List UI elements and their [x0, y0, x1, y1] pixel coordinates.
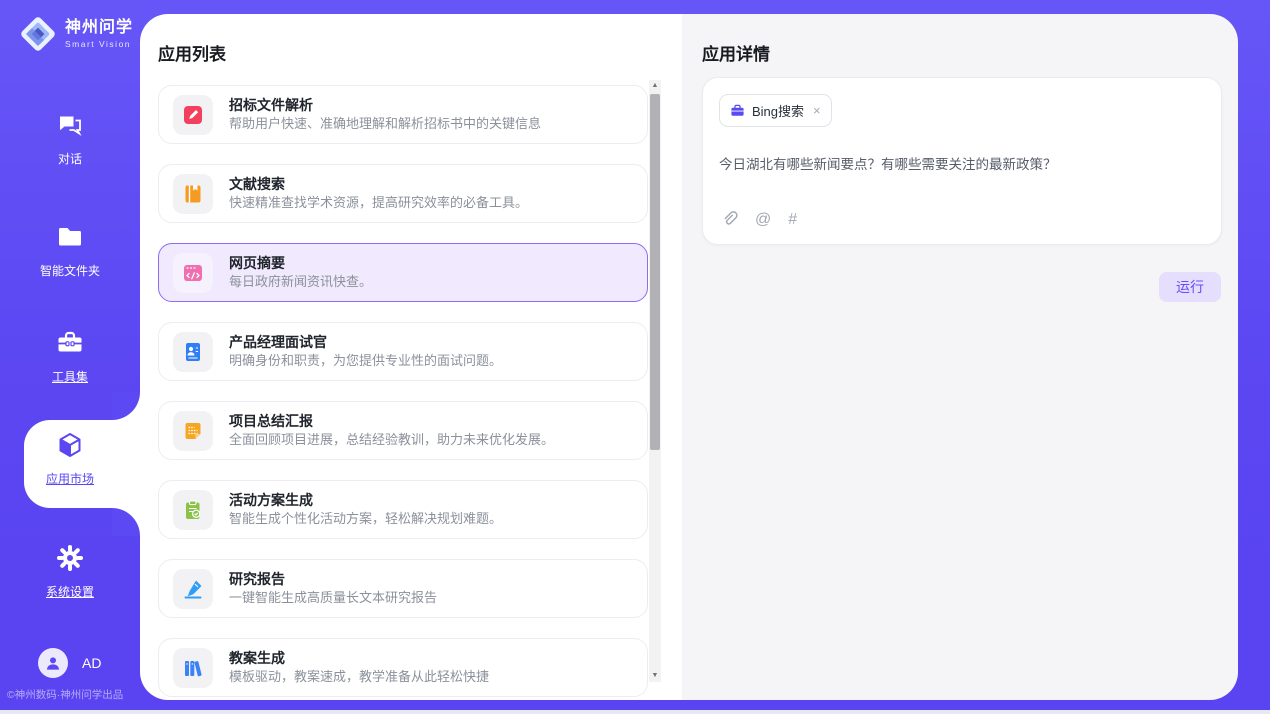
gear-icon [55, 560, 85, 577]
copyright-footer: ©神州数码·神州问学出品 [7, 687, 123, 702]
app-icon-box [173, 648, 213, 688]
app-card-event-plan[interactable]: 活动方案生成 智能生成个性化活动方案，轻松解决规划难题。 [158, 480, 648, 539]
avatar [38, 648, 68, 678]
brand-diamond-icon [18, 14, 58, 54]
app-list-pane: 应用列表 招标文件解析 帮助用户快速、准确地理解和解析招标书中的关键信息 [140, 14, 682, 700]
chip-close-icon[interactable]: × [813, 103, 821, 118]
research-icon [182, 578, 204, 600]
sidebar-item-chat[interactable]: 对话 [0, 110, 140, 167]
tool-chip-label: Bing搜索 [752, 101, 804, 120]
app-card-title: 教案生成 [229, 649, 489, 668]
app-card-literature-search[interactable]: 文献搜索 快速精准查找学术资源，提高研究效率的必备工具。 [158, 164, 648, 223]
sidebar-item-label: 工具集 [0, 368, 140, 385]
user-account[interactable]: AD [38, 648, 101, 678]
app-card-desc: 快速精准查找学术资源，提高研究效率的必备工具。 [229, 194, 528, 212]
app-card-title: 产品经理面试官 [229, 333, 502, 352]
sidebar-item-label: 系统设置 [0, 583, 140, 600]
app-icon-box [173, 253, 213, 293]
app-card-title: 网页摘要 [229, 254, 372, 273]
scrollbar-down-arrow-icon[interactable]: ▼ [649, 670, 661, 682]
edit-doc-icon [182, 104, 204, 126]
app-card-desc: 帮助用户快速、准确地理解和解析招标书中的关键信息 [229, 115, 541, 133]
folder-icon [55, 239, 85, 256]
user-name: AD [82, 655, 101, 671]
sidebar-item-label: 对话 [0, 150, 140, 167]
app-card-desc: 模板驱动，教案速成，教学准备从此轻松快捷 [229, 668, 489, 686]
query-text[interactable]: 今日湖北有哪些新闻要点？有哪些需要关注的最新政策？ [719, 153, 1205, 173]
scrollbar-thumb[interactable] [650, 94, 660, 450]
app-card-pm-interviewer[interactable]: 产品经理面试官 明确身份和职责，为您提供专业性的面试问题。 [158, 322, 648, 381]
app-card-title: 项目总结汇报 [229, 412, 554, 431]
brand-logo: 神州问学 Smart Vision [18, 14, 133, 54]
book-icon [182, 183, 204, 205]
sidebar-item-app-market[interactable]: 应用市场 [0, 430, 140, 487]
attachment-icon[interactable] [721, 211, 738, 228]
app-icon-box [173, 332, 213, 372]
app-card-desc: 全面回顾项目进展，总结经验教训，助力未来优化发展。 [229, 431, 554, 449]
app-card-list: 招标文件解析 帮助用户快速、准确地理解和解析招标书中的关键信息 文献搜索 快速精… [158, 85, 648, 700]
app-card-title: 招标文件解析 [229, 96, 541, 115]
sidebar-item-smart-folder[interactable]: 智能文件夹 [0, 222, 140, 279]
app-detail-title: 应用详情 [702, 40, 770, 65]
memo-icon [182, 420, 204, 442]
app-card-bid-analysis[interactable]: 招标文件解析 帮助用户快速、准确地理解和解析招标书中的关键信息 [158, 85, 648, 144]
app-card-project-summary[interactable]: 项目总结汇报 全面回顾项目进展，总结经验教训，助力未来优化发展。 [158, 401, 648, 460]
app-list-title: 应用列表 [158, 40, 226, 65]
brand-name: 神州问学 [65, 19, 133, 36]
app-card-lesson-plan[interactable]: 教案生成 模板驱动，教案速成，教学准备从此轻松快捷 [158, 638, 648, 697]
list-scrollbar[interactable]: ▲ ▼ [649, 80, 661, 682]
app-card-desc: 每日政府新闻资讯快查。 [229, 273, 372, 291]
app-card-desc: 一键智能生成高质量长文本研究报告 [229, 589, 437, 607]
run-button[interactable]: 运行 [1159, 272, 1221, 302]
books-icon [182, 657, 204, 679]
app-card-title: 研究报告 [229, 570, 437, 589]
active-tab-curve-bottom [112, 508, 140, 536]
clipboard-check-icon [182, 499, 204, 521]
app-icon-box [173, 490, 213, 530]
brand-subtitle: Smart Vision [65, 39, 133, 49]
app-card-desc: 智能生成个性化活动方案，轻松解决规划难题。 [229, 510, 502, 528]
webpage-icon [182, 262, 204, 284]
chat-icon [55, 127, 85, 144]
sidebar-item-label: 应用市场 [0, 470, 140, 487]
app-card-title: 文献搜索 [229, 175, 528, 194]
window-bottom-edge [0, 710, 1270, 714]
toolbox-icon [55, 345, 85, 362]
sidebar-item-label: 智能文件夹 [0, 262, 140, 279]
app-detail-pane: 应用详情 Bing搜索 × 今日湖北有哪些新闻要点？有哪些需要关注的最新政策？ … [682, 14, 1238, 700]
interviewer-icon [182, 341, 204, 363]
active-tab-curve-top [112, 392, 140, 420]
app-icon-box [173, 95, 213, 135]
app-card-web-summary[interactable]: 网页摘要 每日政府新闻资讯快查。 [158, 243, 648, 302]
app-card-research-report[interactable]: 研究报告 一键智能生成高质量长文本研究报告 [158, 559, 648, 618]
sidebar-item-settings[interactable]: 系统设置 [0, 543, 140, 600]
scrollbar-up-arrow-icon[interactable]: ▲ [649, 80, 661, 92]
app-card-title: 活动方案生成 [229, 491, 502, 510]
cube-icon [55, 447, 85, 464]
input-toolbar: @ # [721, 211, 797, 228]
app-card-desc: 明确身份和职责，为您提供专业性的面试问题。 [229, 352, 502, 370]
sidebar-item-toolset[interactable]: 工具集 [0, 328, 140, 385]
main-content: 应用列表 招标文件解析 帮助用户快速、准确地理解和解析招标书中的关键信息 [140, 14, 1238, 700]
sidebar: 神州问学 Smart Vision 对话 智能文件夹 [0, 0, 140, 714]
mention-icon[interactable]: @ [755, 212, 771, 228]
app-icon-box [173, 411, 213, 451]
app-icon-box [173, 569, 213, 609]
briefcase-icon [730, 103, 745, 118]
tool-chip-bing-search[interactable]: Bing搜索 × [719, 94, 832, 127]
query-input-card[interactable]: Bing搜索 × 今日湖北有哪些新闻要点？有哪些需要关注的最新政策？ @ # [702, 77, 1222, 245]
app-icon-box [173, 174, 213, 214]
hash-icon[interactable]: # [788, 212, 797, 228]
